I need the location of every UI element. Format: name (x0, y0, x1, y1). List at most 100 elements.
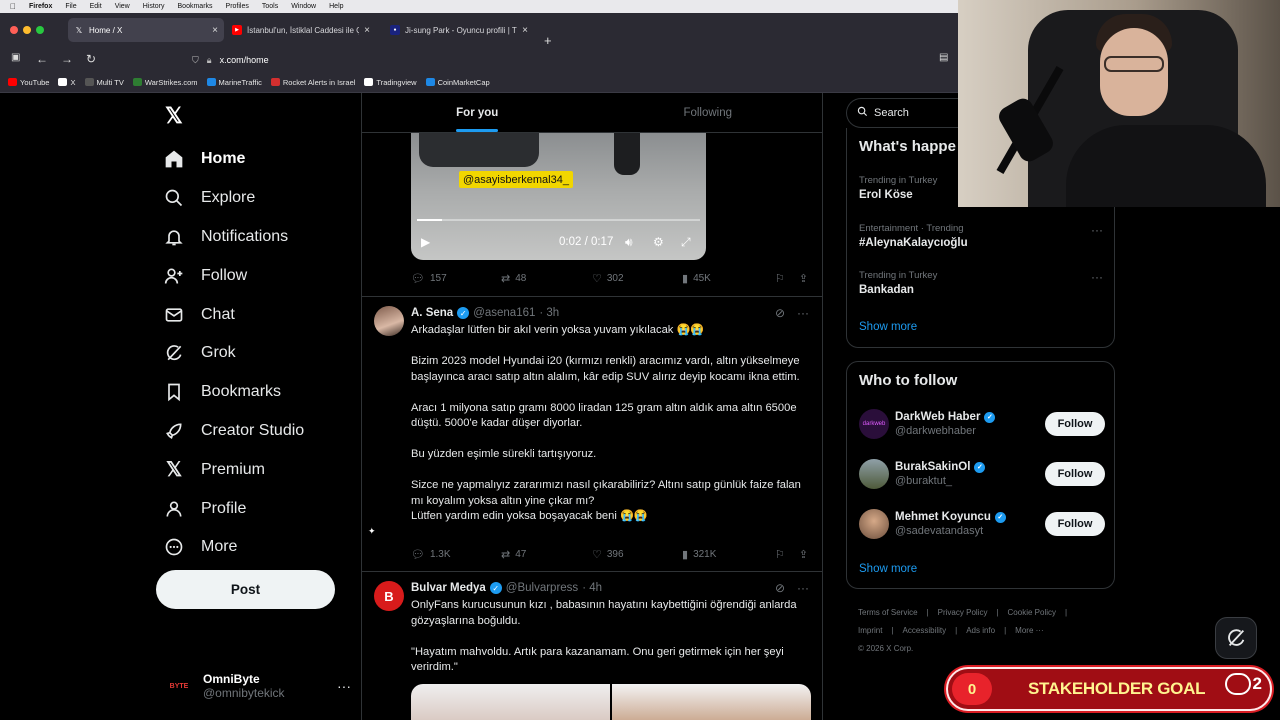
lock-icon[interactable]: 🔒︎ (207, 55, 212, 66)
volume-icon[interactable]: 🔊︎ (625, 235, 633, 250)
bulvar-logo-icon[interactable]: B (374, 581, 404, 611)
more-dots-icon[interactable]: ··· (797, 306, 809, 320)
tweet[interactable]: A. Sena ✓ @asena161 · 3h ⊘ ··· Arkadaşla… (362, 296, 822, 571)
more-dots-icon[interactable]: ··· (797, 581, 809, 595)
nav-more[interactable]: More (163, 528, 363, 567)
footer-link-imprint[interactable]: Imprint (858, 626, 882, 635)
menu-window[interactable]: Window (291, 3, 316, 10)
tweet-time[interactable]: · 4h (582, 582, 602, 594)
follow-suggestion[interactable]: BurakSakinOl ✓ @buraktut_ Follow (859, 456, 1105, 492)
nav-follow[interactable]: Follow (163, 256, 363, 295)
nav-profile[interactable]: Profile (163, 489, 363, 528)
bookmark-item[interactable]: MarineTraffic (206, 78, 262, 87)
media-image[interactable] (411, 684, 610, 720)
tab-for-you[interactable]: For you (362, 93, 593, 132)
bookmark-item[interactable]: Multi TV (84, 78, 124, 87)
grok-icon[interactable]: ⊘ (775, 581, 785, 595)
bookmark-item[interactable]: Tradingview (364, 78, 417, 87)
views-button[interactable]: ▮ 45K (682, 272, 711, 285)
avatar[interactable] (859, 509, 889, 539)
bookmark-item[interactable]: X (58, 78, 76, 87)
bookmark-item[interactable]: CoinMarketCap (425, 78, 490, 87)
menu-history[interactable]: History (143, 3, 165, 10)
bookmark-icon[interactable]: ⚐ (775, 272, 785, 285)
footer-link-ads-info[interactable]: Ads info (966, 626, 995, 635)
tweet-author[interactable]: Bulvar Medya (411, 582, 486, 594)
grok-floating-button[interactable] (1215, 617, 1257, 659)
menu-edit[interactable]: Edit (90, 3, 102, 10)
footer-link-accessibility[interactable]: Accessibility (903, 626, 947, 635)
avatar[interactable] (374, 306, 404, 336)
like-button[interactable]: ♡ 396 (592, 548, 624, 561)
minimize-window-button[interactable] (23, 26, 31, 34)
new-tab-button[interactable]: + (544, 33, 552, 48)
share-icon[interactable]: ⇪ (799, 272, 808, 285)
close-icon[interactable]: × (522, 25, 528, 36)
url-text[interactable]: x.com/home (220, 55, 269, 65)
trend-item[interactable]: Trending in Turkey Bankadan ··· (859, 270, 1109, 296)
url-bar[interactable]: ⛉ 🔒︎ x.com/home (186, 50, 958, 70)
account-switcher[interactable]: BYTE OmniByte @omnibytekick ··· (163, 668, 351, 704)
repost-button[interactable]: ⇄ 47 (501, 548, 526, 561)
tweet-handle[interactable]: @Bulvarpress (506, 582, 578, 594)
search-input[interactable]: Search (846, 98, 961, 128)
shield-icon[interactable]: ⛉ (192, 55, 199, 66)
video-player[interactable]: @asayisberkemal34_ ▶ 0:02 / 0:17 🔊︎ ⚙ ⤢ (411, 133, 706, 260)
nav-chat[interactable]: Chat (163, 295, 363, 334)
views-button[interactable]: ▮ 321K (682, 548, 716, 561)
media-image[interactable] (612, 684, 811, 720)
play-icon[interactable]: ▶ (421, 235, 430, 249)
nav-home[interactable]: Home (163, 140, 363, 179)
back-button[interactable]: ← (36, 52, 48, 66)
reply-button[interactable]: 💬︎ 157 (411, 272, 447, 285)
tweet-author[interactable]: A. Sena (411, 307, 453, 319)
nav-bookmarks[interactable]: Bookmarks (163, 373, 363, 412)
nav-creator-studio[interactable]: Creator Studio (163, 412, 363, 451)
apple-icon[interactable]:  (10, 2, 16, 11)
avatar[interactable] (859, 459, 889, 489)
nav-premium[interactable]: 𝕏 Premium (163, 450, 363, 489)
follow-button[interactable]: Follow (1045, 462, 1105, 486)
zoom-window-button[interactable] (36, 26, 44, 34)
menu-tools[interactable]: Tools (262, 3, 278, 10)
footer-link-more[interactable]: More ··· (1015, 626, 1043, 635)
browser-tab-ji-sung-park[interactable]: ● Ji-sung Park - Oyuncu profili | Tr × (384, 18, 534, 42)
browser-tab-home-x[interactable]: 𝕏 Home / X × (68, 18, 224, 42)
grok-icon[interactable]: ⊘ (775, 306, 785, 320)
bookmark-icon[interactable]: ⚐ (775, 548, 785, 561)
footer-link-terms[interactable]: Terms of Service (858, 608, 918, 617)
like-button[interactable]: ♡ 302 (592, 272, 624, 285)
post-button[interactable]: Post (156, 570, 335, 609)
follow-suggestion[interactable]: Mehmet Koyuncu ✓ @sadevatandasyt Follow (859, 506, 1105, 542)
close-window-button[interactable] (10, 26, 18, 34)
menu-view[interactable]: View (115, 3, 130, 10)
close-icon[interactable]: × (364, 25, 370, 36)
bookmark-item[interactable]: WarStrikes.com (132, 78, 198, 87)
settings-gear-icon[interactable]: ⚙ (653, 235, 664, 249)
tweet-handle[interactable]: @asena161 (473, 307, 535, 319)
avatar[interactable]: darkweb (859, 409, 889, 439)
menu-bookmarks[interactable]: Bookmarks (178, 3, 213, 10)
nav-notifications[interactable]: Notifications (163, 218, 363, 257)
reader-view-icon[interactable]: ▤ (939, 52, 948, 63)
more-dots-icon[interactable]: ··· (1091, 270, 1103, 284)
follow-button[interactable]: Follow (1045, 512, 1105, 536)
bookmark-item[interactable]: Rocket Alerts in Israel (270, 78, 355, 87)
browser-tab-istanbul[interactable]: ▶ İstanbul'un, İstiklal Caddesi ile Ç × (226, 18, 376, 42)
menu-help[interactable]: Help (329, 3, 343, 10)
trend-item[interactable]: Entertainment · Trending #AleynaKalaycıo… (859, 223, 1109, 249)
footer-link-privacy[interactable]: Privacy Policy (938, 608, 988, 617)
footer-link-cookie[interactable]: Cookie Policy (1008, 608, 1056, 617)
fullscreen-icon[interactable]: ⤢ (681, 235, 691, 250)
x-logo-icon[interactable]: 𝕏 (165, 103, 183, 129)
menu-profiles[interactable]: Profiles (226, 3, 249, 10)
share-icon[interactable]: ⇪ (799, 548, 808, 561)
tab-following[interactable]: Following (593, 93, 823, 132)
bookmark-item[interactable]: YouTube (8, 78, 49, 87)
menu-file[interactable]: File (65, 3, 76, 10)
show-more-link[interactable]: Show more (859, 321, 917, 333)
follow-button[interactable]: Follow (1045, 412, 1105, 436)
reply-button[interactable]: 💬︎ 1.3K (411, 548, 451, 561)
more-dots-icon[interactable]: ··· (337, 678, 351, 694)
nav-grok[interactable]: Grok (163, 334, 363, 373)
